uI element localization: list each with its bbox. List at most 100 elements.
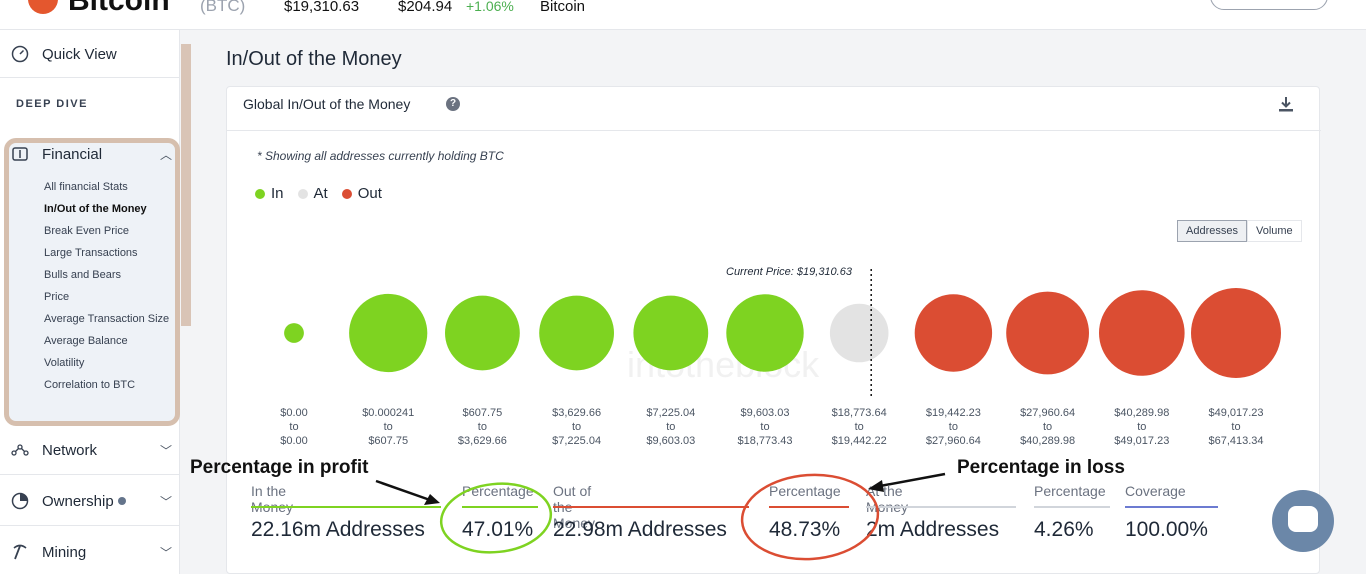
range-joiner-label: to [572, 421, 581, 433]
range-joiner-label: to [949, 421, 958, 433]
out-of-the-money-value: 22.98m Addresses [553, 518, 727, 541]
bubble-in[interactable] [539, 295, 614, 371]
range-tick-label: $7,225.04 [646, 407, 695, 419]
range-tick-label: $27,960.64 [1020, 407, 1075, 419]
range-tick-label: $19,442.23 [926, 407, 981, 419]
chat-button[interactable] [1272, 490, 1334, 552]
coverage-label: Coverage [1125, 483, 1186, 499]
range-joiner-label: to [1231, 421, 1240, 433]
divider [0, 77, 180, 78]
range-tick-label: $9,603.03 [646, 435, 695, 447]
submenu-item-volatility[interactable]: Volatility [44, 356, 174, 370]
sidebar-item-quick-view[interactable]: Quick View [0, 38, 180, 70]
page-title: In/Out of the Money [226, 48, 402, 70]
annotation-loss: Percentage in loss [957, 457, 1125, 478]
bubble-at[interactable] [829, 303, 889, 363]
sidebar-scrollbar[interactable] [181, 44, 191, 326]
range-joiner-label: to [666, 421, 675, 433]
sidebar-item-financial[interactable]: Financial ︿ [0, 140, 180, 168]
sidebar-item-mining[interactable]: Mining ﹀ [0, 537, 180, 567]
notification-dot [117, 497, 126, 505]
chevron-down-icon: ﹀ [159, 545, 172, 560]
submenu-item-in-out-of-the-money[interactable]: In/Out of the Money [44, 202, 174, 216]
range-tick-label: $40,289.98 [1020, 435, 1075, 447]
submenu-item-average-transaction-size[interactable]: Average Transaction Size [44, 312, 174, 326]
price-change-value: $204.94 [398, 0, 453, 15]
section-heading: DEEP DIVE [16, 98, 88, 110]
range-tick-label: $49,017.23 [1114, 435, 1169, 447]
range-tick-label: $9,603.03 [741, 407, 790, 419]
range-tick-label: $18,773.64 [832, 407, 887, 419]
range-joiner-label: to [1137, 421, 1146, 433]
bubble-out[interactable] [1006, 291, 1089, 375]
asset-tag[interactable]: Bitcoin [540, 0, 585, 15]
bubble-in[interactable] [726, 294, 804, 372]
range-tick-label: $49,017.23 [1208, 407, 1263, 419]
submenu-item-large-transactions[interactable]: Large Transactions [44, 246, 174, 260]
sidebar-item-label: Financial [42, 145, 103, 163]
asset-symbol: (BTC) [200, 0, 246, 15]
out-underline [553, 506, 749, 508]
financial-icon [10, 144, 30, 164]
divider [0, 525, 180, 526]
bubble-out[interactable] [1191, 288, 1281, 378]
asset-name: Bitcoin [68, 0, 170, 17]
range-tick-label: $18,773.43 [737, 435, 792, 447]
annotation-profit: Percentage in profit [190, 457, 369, 478]
range-joiner-label: to [289, 421, 298, 433]
bubble-out[interactable] [914, 294, 993, 372]
in-pct-underline [462, 506, 538, 508]
bubble-in[interactable] [445, 295, 520, 371]
range-tick-label: $19,442.22 [832, 435, 887, 447]
sidebar-item-network[interactable]: Network ﹀ [0, 435, 180, 465]
coverage-value: 100.00% [1125, 518, 1208, 541]
range-tick-label: $607.75 [368, 435, 408, 447]
bubble-in[interactable] [633, 295, 709, 371]
chevron-down-icon: ﹀ [159, 443, 172, 458]
range-tick-label: $607.75 [463, 407, 503, 419]
sidebar: Quick View DEEP DIVE Financial ︿ All fin… [0, 30, 180, 574]
range-joiner-label: to [478, 421, 487, 433]
at-the-money-label: At the Money [866, 483, 909, 515]
bubble-chart: intotheblock$0.00to$0.00$0.000241to$607.… [280, 269, 1281, 447]
asset-header: Bitcoin (BTC) $19,310.63 $204.94 +1.06% … [0, 0, 1366, 30]
range-tick-label: $67,413.34 [1208, 435, 1263, 447]
at-pct-underline [1034, 506, 1110, 508]
submenu-item-all-financial-stats[interactable]: All financial Stats [44, 180, 174, 194]
pickaxe-icon [10, 542, 30, 562]
in-percentage-label: Percentage [462, 483, 534, 499]
submenu-item-correlation-to-btc[interactable]: Correlation to BTC [44, 378, 174, 392]
range-tick-label: $0.00 [280, 407, 308, 419]
chevron-down-icon: ﹀ [159, 494, 172, 509]
chart-card: Global In/Out of the Money ? * Showing a… [226, 86, 1321, 574]
range-tick-label: $27,960.64 [926, 435, 981, 447]
in-underline [251, 506, 441, 508]
sidebar-item-label: Ownership [42, 492, 114, 510]
range-tick-label: $3,629.66 [458, 435, 507, 447]
asset-price: $19,310.63 [284, 0, 360, 15]
coverage-underline [1125, 506, 1218, 508]
header-action-button[interactable] [1210, 0, 1328, 10]
at-percentage-value: 4.26% [1034, 518, 1094, 541]
ownership-icon [10, 491, 30, 511]
sidebar-item-label: Network [42, 441, 98, 459]
range-tick-label: $0.000241 [362, 407, 414, 419]
range-joiner-label: to [1043, 421, 1052, 433]
in-the-money-value: 22.16m Addresses [251, 518, 425, 541]
bubble-out[interactable] [1099, 290, 1185, 376]
sidebar-item-ownership[interactable]: Ownership ﹀ [0, 486, 180, 516]
submenu-item-break-even-price[interactable]: Break Even Price [44, 224, 174, 238]
range-tick-label: $3,629.66 [552, 407, 601, 419]
app-window: Bitcoin (BTC) $19,310.63 $204.94 +1.06% … [0, 0, 1366, 574]
range-tick-label: $7,225.04 [552, 435, 601, 447]
submenu-item-average-balance[interactable]: Average Balance [44, 334, 174, 348]
submenu-item-bulls-and-bears[interactable]: Bulls and Bears [44, 268, 174, 282]
divider [0, 474, 180, 475]
bubble-in[interactable] [349, 293, 428, 373]
bubble-in[interactable] [284, 323, 304, 343]
range-tick-label: $0.00 [280, 435, 308, 447]
chat-icon [1288, 506, 1318, 532]
submenu-item-price[interactable]: Price [44, 290, 174, 304]
speedometer-icon [10, 44, 30, 64]
sidebar-item-label: Quick View [42, 45, 117, 63]
